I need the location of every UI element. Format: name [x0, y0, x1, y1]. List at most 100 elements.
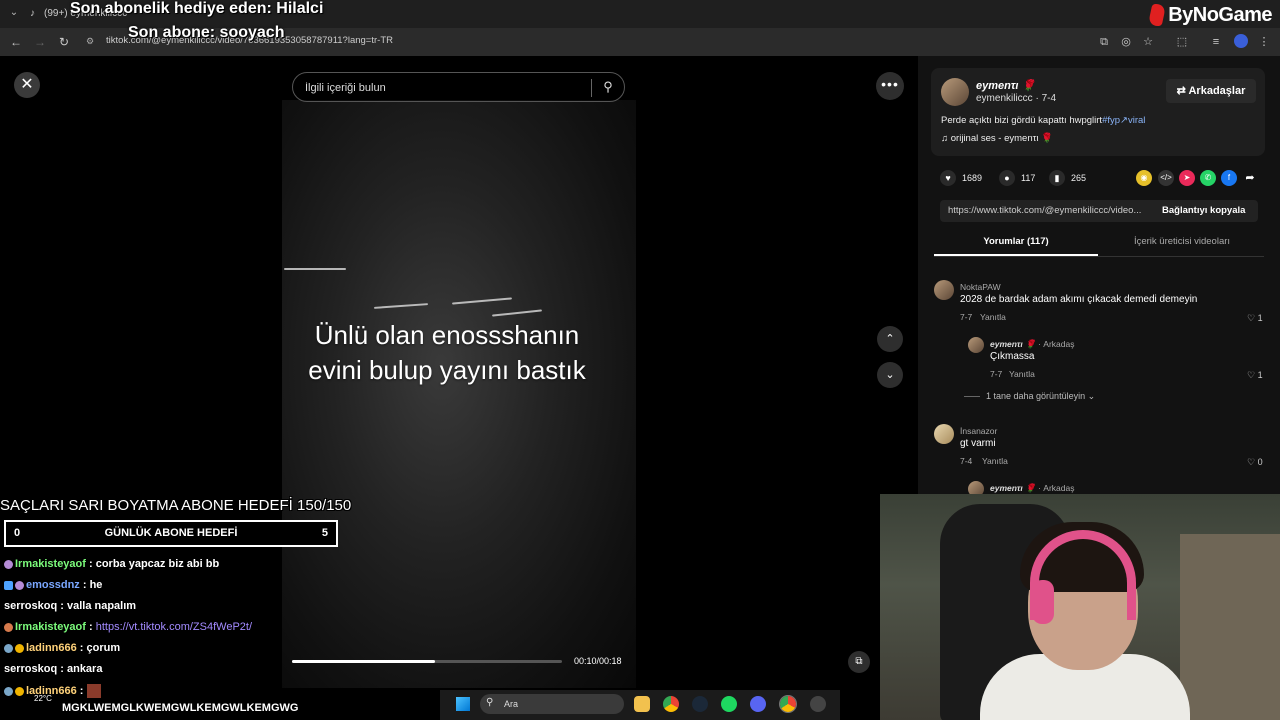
- chat-user: serroskoq: [4, 663, 58, 675]
- chat-emote: [86, 684, 101, 698]
- reply-date: 7-7: [990, 369, 1003, 379]
- video-link-box: https://www.tiktok.com/@eymenkiliccc/vid…: [940, 200, 1258, 222]
- video-time: 00:10/00:18: [574, 656, 622, 666]
- browser-menu-icon[interactable]: ⋮: [1256, 34, 1272, 50]
- windows-start-icon[interactable]: [456, 697, 470, 711]
- embed-icon[interactable]: </>: [1158, 170, 1174, 186]
- install-app-icon[interactable]: ⧉: [1096, 34, 1112, 50]
- comment-author[interactable]: NoktaPAW: [960, 282, 1001, 292]
- related-search-input[interactable]: [303, 79, 573, 97]
- brand-mark-icon: [1147, 4, 1167, 26]
- author-name[interactable]: eymenτι 🌹: [976, 79, 1035, 92]
- comment-like-button[interactable]: ♡ 1: [1247, 313, 1263, 324]
- profile-avatar[interactable]: [1234, 34, 1248, 48]
- reply-button[interactable]: Yanıtla: [982, 456, 1008, 466]
- reply-author: eymenτι 🌹 · Arkadaş: [990, 339, 1074, 350]
- chat-text: : he: [79, 579, 103, 591]
- webcam-feed: [880, 494, 1280, 720]
- reply-button[interactable]: Yanıtla: [980, 312, 1006, 322]
- bookmark-star-icon[interactable]: ☆: [1140, 34, 1156, 50]
- chat-text: :: [76, 684, 87, 697]
- reading-list-icon[interactable]: ≡: [1208, 34, 1224, 50]
- tracking-icon[interactable]: ◎: [1118, 34, 1134, 50]
- app-icon[interactable]: [810, 696, 826, 712]
- extensions-icon[interactable]: ⬚: [1174, 34, 1190, 50]
- sound-link[interactable]: ♫ orijinal ses - eymenτι 🌹: [941, 133, 1053, 144]
- weather-widget[interactable]: 22°C: [34, 694, 52, 703]
- previous-video-icon[interactable]: ⌃: [877, 326, 903, 352]
- reply-author: eymenτι 🌹 · Arkadaş: [990, 483, 1074, 494]
- chrome-icon[interactable]: [663, 696, 679, 712]
- comment-icon: ●: [999, 170, 1015, 186]
- chat-badge-icon: [4, 643, 13, 653]
- comment-button[interactable]: ● 117: [999, 170, 1035, 186]
- video-player[interactable]: [282, 100, 636, 688]
- reply-author-name[interactable]: eymenτι 🌹: [990, 483, 1036, 493]
- chat-text: : valla napalım: [57, 600, 137, 612]
- discord-icon[interactable]: [750, 696, 766, 712]
- comment-text: gt varmi: [960, 438, 996, 449]
- taskbar-search[interactable]: ⚲ Ara: [480, 694, 624, 714]
- file-explorer-icon[interactable]: [634, 696, 650, 712]
- author-avatar[interactable]: [941, 78, 969, 106]
- send-icon[interactable]: ➤: [1179, 170, 1195, 186]
- tab-creator-videos[interactable]: İçerik üreticisi videoları: [1100, 232, 1264, 256]
- reply-like-button[interactable]: ♡ 1: [1247, 370, 1263, 381]
- hashtag-link[interactable]: #fyp↗viral: [1102, 115, 1145, 126]
- steam-icon[interactable]: [692, 696, 708, 712]
- reply-avatar[interactable]: [968, 337, 984, 353]
- reply-button[interactable]: Yanıtla: [1009, 369, 1035, 379]
- back-arrow-icon[interactable]: ←: [8, 34, 24, 50]
- spotify-icon[interactable]: [721, 696, 737, 712]
- light-streak: [284, 268, 346, 270]
- taskbar-search-icon: ⚲: [486, 697, 494, 708]
- reply-author-name[interactable]: eymenτι 🌹: [990, 339, 1036, 349]
- chat-text: : corba yapcaz biz abi bb: [85, 558, 220, 570]
- video-link[interactable]: https://www.tiktok.com/@eymenkiliccc/vid…: [948, 205, 1141, 216]
- next-video-icon[interactable]: ⌄: [877, 362, 903, 388]
- video-caption: Ünlü olan enossshanın evini bulup yayını…: [308, 320, 586, 385]
- like-count: 1689: [962, 173, 983, 183]
- reload-icon[interactable]: ↻: [56, 34, 72, 50]
- brand-text: ByNoGame: [1168, 3, 1272, 26]
- share-arrow-icon[interactable]: ➦: [1242, 170, 1258, 186]
- forward-arrow-icon[interactable]: →: [32, 34, 48, 50]
- video-progress-bar[interactable]: [292, 660, 562, 663]
- site-info-icon[interactable]: ⚙: [86, 35, 98, 47]
- reply-text: Çıkmassa: [990, 351, 1035, 362]
- comment-text: 2028 de bardak adam akımı çıkacak demedi…: [960, 294, 1198, 305]
- tab-divider: [934, 256, 1264, 257]
- tab-comments[interactable]: Yorumlar (117): [934, 232, 1098, 256]
- chat-user: serroskoq: [4, 600, 58, 612]
- tab-list-chevron-icon[interactable]: ⌄: [6, 5, 22, 21]
- like-button[interactable]: ♥ 1689: [940, 170, 982, 186]
- chat-message: ladinn666 :: [4, 684, 101, 698]
- picture-in-picture-icon[interactable]: ⧉: [848, 651, 870, 673]
- whatsapp-icon[interactable]: ✆: [1200, 170, 1216, 186]
- search-icon[interactable]: ⚲: [599, 78, 617, 96]
- chat-user: Irmakisteyaof: [15, 621, 86, 633]
- commenter-avatar[interactable]: [934, 424, 954, 444]
- background-shelf: [1180, 534, 1280, 720]
- coin-icon[interactable]: ◉: [1136, 170, 1152, 186]
- chat-badge-icon: [4, 686, 13, 696]
- comment-author[interactable]: İnsanazor: [960, 426, 997, 436]
- facebook-icon[interactable]: f: [1221, 170, 1237, 186]
- friends-button[interactable]: ⇄ Arkadaşlar: [1166, 79, 1256, 103]
- more-options-icon[interactable]: •••: [876, 72, 904, 100]
- save-button[interactable]: ▮ 265: [1049, 170, 1086, 186]
- copy-link-button[interactable]: Bağlantıyı kopyala: [1162, 205, 1245, 216]
- chat-message: Irmakisteyaof : https://vt.tiktok.com/ZS…: [4, 621, 252, 633]
- video-description: Perde açıktı bizi gördü kapattı hwpglirt…: [941, 115, 1145, 126]
- view-more-replies[interactable]: 1 tane daha görüntüleyin ⌄: [964, 391, 1095, 402]
- chat-badge-icon: [4, 580, 13, 590]
- comment-like-button[interactable]: ♡ 0: [1247, 457, 1263, 468]
- chat-link[interactable]: https://vt.tiktok.com/ZS4fWeP2t/: [96, 621, 252, 633]
- close-icon[interactable]: ✕: [14, 72, 40, 98]
- chat-message: serroskoq : ankara: [4, 663, 102, 675]
- chat-text: : çorum: [76, 642, 121, 654]
- chat-user: Irmakisteyaof: [15, 558, 86, 570]
- chrome-active-icon[interactable]: [779, 695, 797, 713]
- chat-badge-icon: [4, 622, 13, 632]
- commenter-avatar[interactable]: [934, 280, 954, 300]
